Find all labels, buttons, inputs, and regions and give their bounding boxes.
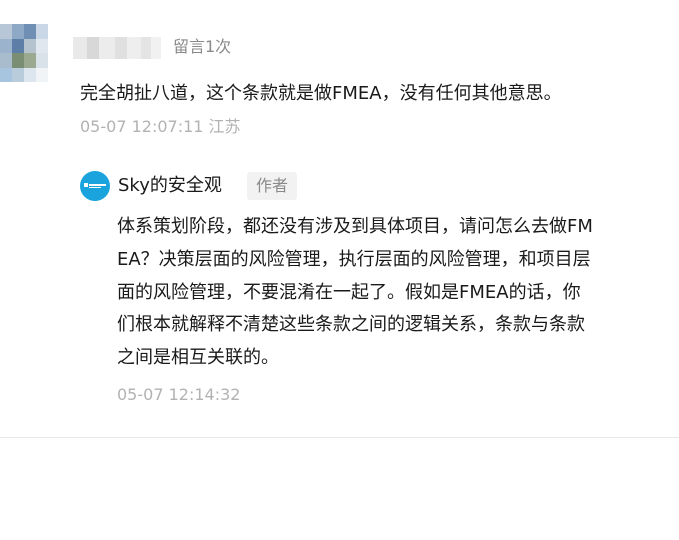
author-avatar[interactable] <box>80 171 110 201</box>
commenter-avatar[interactable] <box>0 24 48 82</box>
comment-timestamp-location: 05-07 12:07:11 江苏 <box>80 117 241 136</box>
reply-text-line: 们根本就解释不清楚这些条款之间的逻辑关系，条款与条款 <box>117 314 585 336</box>
author-badge: 作者 <box>247 172 298 200</box>
author-name[interactable]: Sky的安全观 <box>118 172 222 200</box>
reply-text: 体系策划阶段，都还没有涉及到具体项目，请问怎么去做FM EA？决策层面的风险管理… <box>117 211 673 375</box>
reply-count-label: 留言1次 <box>173 37 232 56</box>
commenter-name-redacted[interactable] <box>73 37 161 59</box>
author-logo-icon <box>84 183 106 188</box>
comment-text: 完全胡扯八道，这个条款就是做FMEA，没有任何其他意思。 <box>80 83 562 104</box>
comment-thread: 留言1次 完全胡扯八道，这个条款就是做FMEA，没有任何其他意思。 05-07 … <box>0 0 679 540</box>
divider <box>0 437 679 438</box>
reply-text-line: 体系策划阶段，都还没有涉及到具体项目，请问怎么去做FM <box>117 216 593 237</box>
reply-text-line: 之间是相互关联的。 <box>117 347 279 369</box>
reply-text-line: EA？决策层面的风险管理，执行层面的风险管理，和项目层 <box>117 248 591 270</box>
reply-text-line: 面的风险管理，不要混淆在一起了。假如是FMEA的话，你 <box>117 281 581 303</box>
reply-timestamp: 05-07 12:14:32 <box>117 385 241 404</box>
